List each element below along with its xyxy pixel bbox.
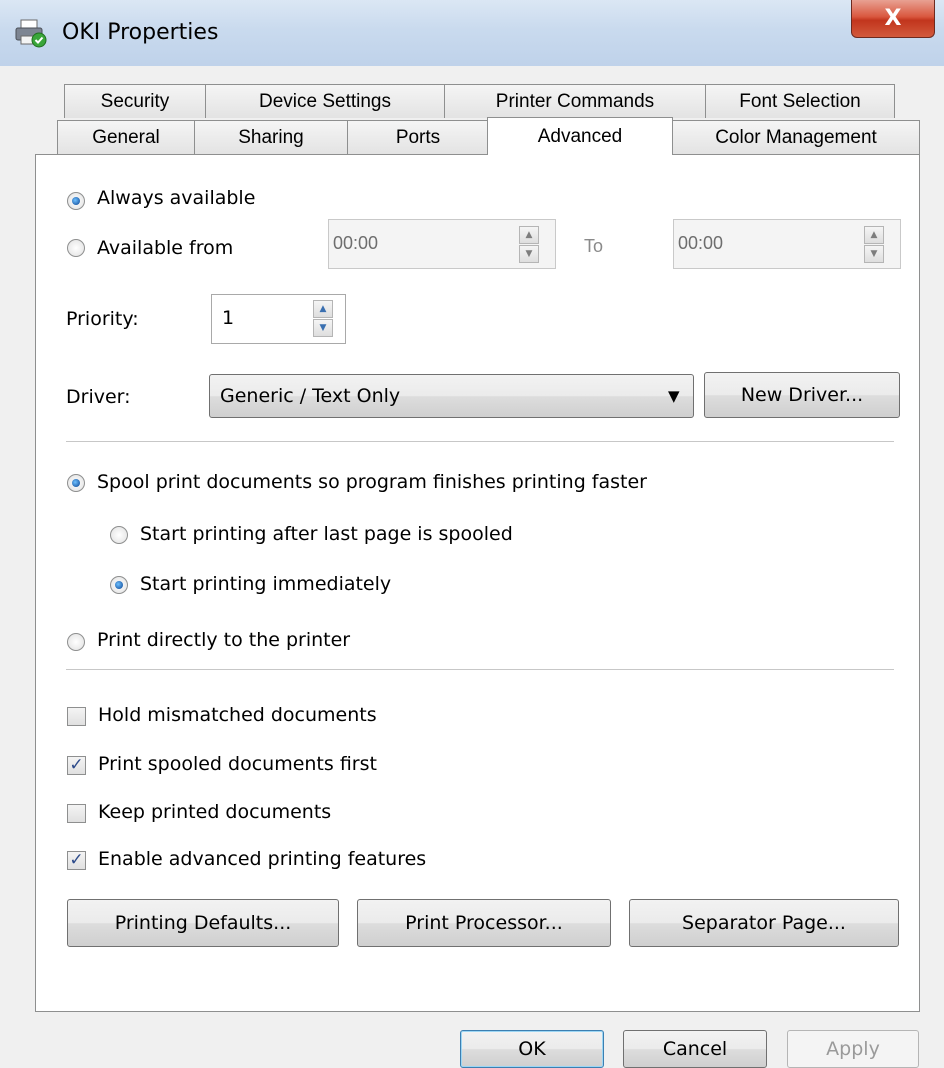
properties-window: OKI Properties X Security Device Setting… — [0, 0, 944, 1068]
to-time-spinner[interactable]: ▲ ▼ — [864, 226, 884, 263]
cancel-button[interactable]: Cancel — [623, 1030, 767, 1068]
divider — [66, 441, 894, 442]
print-processor-button[interactable]: Print Processor... — [357, 899, 611, 947]
print-direct-label: Print directly to the printer — [97, 629, 351, 651]
spin-up-icon[interactable]: ▲ — [864, 226, 884, 244]
spool-label: Spool print documents so program finishe… — [97, 471, 647, 493]
keep-printed-checkbox[interactable] — [67, 804, 86, 823]
apply-button[interactable]: Apply — [787, 1030, 919, 1068]
always-available-label: Always available — [97, 187, 256, 209]
divider — [66, 669, 894, 670]
print-spooled-first-checkbox[interactable]: ✓ — [67, 756, 86, 775]
spin-up-icon[interactable]: ▲ — [313, 300, 333, 318]
hold-mismatched-checkbox[interactable] — [67, 707, 86, 726]
start-after-last-page-label: Start printing after last page is spoole… — [140, 523, 513, 545]
panel-content: Always available Available from 00:00 ▲ … — [0, 0, 944, 1068]
available-from-label: Available from — [97, 237, 234, 259]
hold-mismatched-label: Hold mismatched documents — [98, 704, 377, 726]
enable-advanced-label: Enable advanced printing features — [98, 848, 427, 870]
driver-value: Generic / Text Only — [220, 385, 401, 407]
start-after-last-page-radio[interactable] — [110, 526, 128, 544]
priority-spinner[interactable]: ▲ ▼ — [313, 300, 333, 337]
enable-advanced-checkbox[interactable]: ✓ — [67, 851, 86, 870]
driver-select[interactable]: Generic / Text Only ▼ — [209, 374, 694, 418]
driver-label: Driver: — [66, 386, 131, 408]
check-icon: ✓ — [69, 850, 84, 870]
separator-page-button[interactable]: Separator Page... — [629, 899, 899, 947]
always-available-radio[interactable] — [67, 192, 85, 210]
new-driver-button[interactable]: New Driver... — [704, 372, 900, 418]
print-direct-radio[interactable] — [67, 633, 85, 651]
priority-label: Priority: — [66, 308, 139, 330]
available-from-radio[interactable] — [67, 239, 85, 257]
spool-radio[interactable] — [67, 474, 85, 492]
from-time-spinner[interactable]: ▲ ▼ — [519, 226, 539, 263]
ok-button[interactable]: OK — [460, 1030, 604, 1068]
spin-down-icon[interactable]: ▼ — [519, 245, 539, 263]
spin-down-icon[interactable]: ▼ — [864, 245, 884, 263]
spin-up-icon[interactable]: ▲ — [519, 226, 539, 244]
to-label: To — [584, 236, 604, 256]
printing-defaults-button[interactable]: Printing Defaults... — [67, 899, 339, 947]
start-immediately-radio[interactable] — [110, 576, 128, 594]
chevron-down-icon: ▼ — [668, 387, 680, 405]
spin-down-icon[interactable]: ▼ — [313, 319, 333, 337]
keep-printed-label: Keep printed documents — [98, 801, 332, 823]
print-spooled-first-label: Print spooled documents first — [98, 753, 377, 775]
start-immediately-label: Start printing immediately — [140, 573, 392, 595]
check-icon: ✓ — [69, 755, 84, 775]
